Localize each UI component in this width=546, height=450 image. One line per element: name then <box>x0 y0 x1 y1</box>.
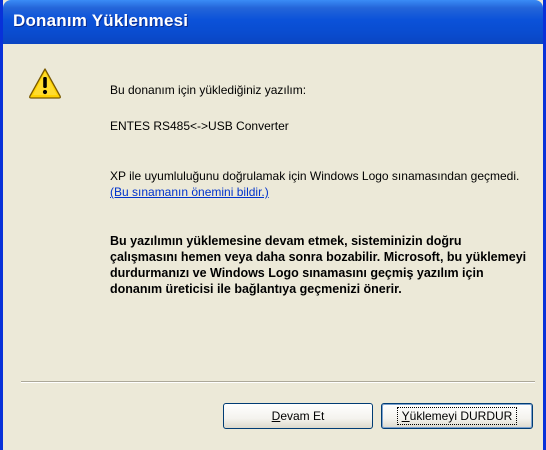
window-title: Donanım Yüklenmesi <box>13 11 189 30</box>
title-bar[interactable]: Donanım Yüklenmesi <box>3 0 543 44</box>
stop-installation-button[interactable]: Yüklemeyi DURDUR <box>381 403 533 429</box>
continue-button[interactable]: Devam Et <box>223 403 373 429</box>
logo-test-info-link[interactable]: (Bu sınamanın önemini bildir.) <box>110 185 269 199</box>
intro-text: Bu donanım için yüklediğiniz yazılım: <box>110 83 307 97</box>
focus-rectangle: Yüklemeyi DURDUR <box>396 407 518 425</box>
logo-test-message: XP ile uyumluluğunu doğrulamak için Wind… <box>110 169 520 183</box>
warning-icon <box>29 68 61 99</box>
logo-test-text: XP ile uyumluluğunu doğrulamak için Wind… <box>110 168 520 200</box>
stop-label: üklemeyi DURDUR <box>409 409 513 423</box>
warning-message: Bu yazılımın yüklemesine devam etmek, si… <box>110 234 527 296</box>
separator <box>21 381 535 383</box>
software-name: ENTES RS485<->USB Converter <box>110 119 289 133</box>
stop-accelerator: Y <box>401 409 410 423</box>
continue-label: evam Et <box>280 409 325 423</box>
install-dialog: Donanım Yüklenmesi Bu donanım için yükle… <box>0 0 546 450</box>
